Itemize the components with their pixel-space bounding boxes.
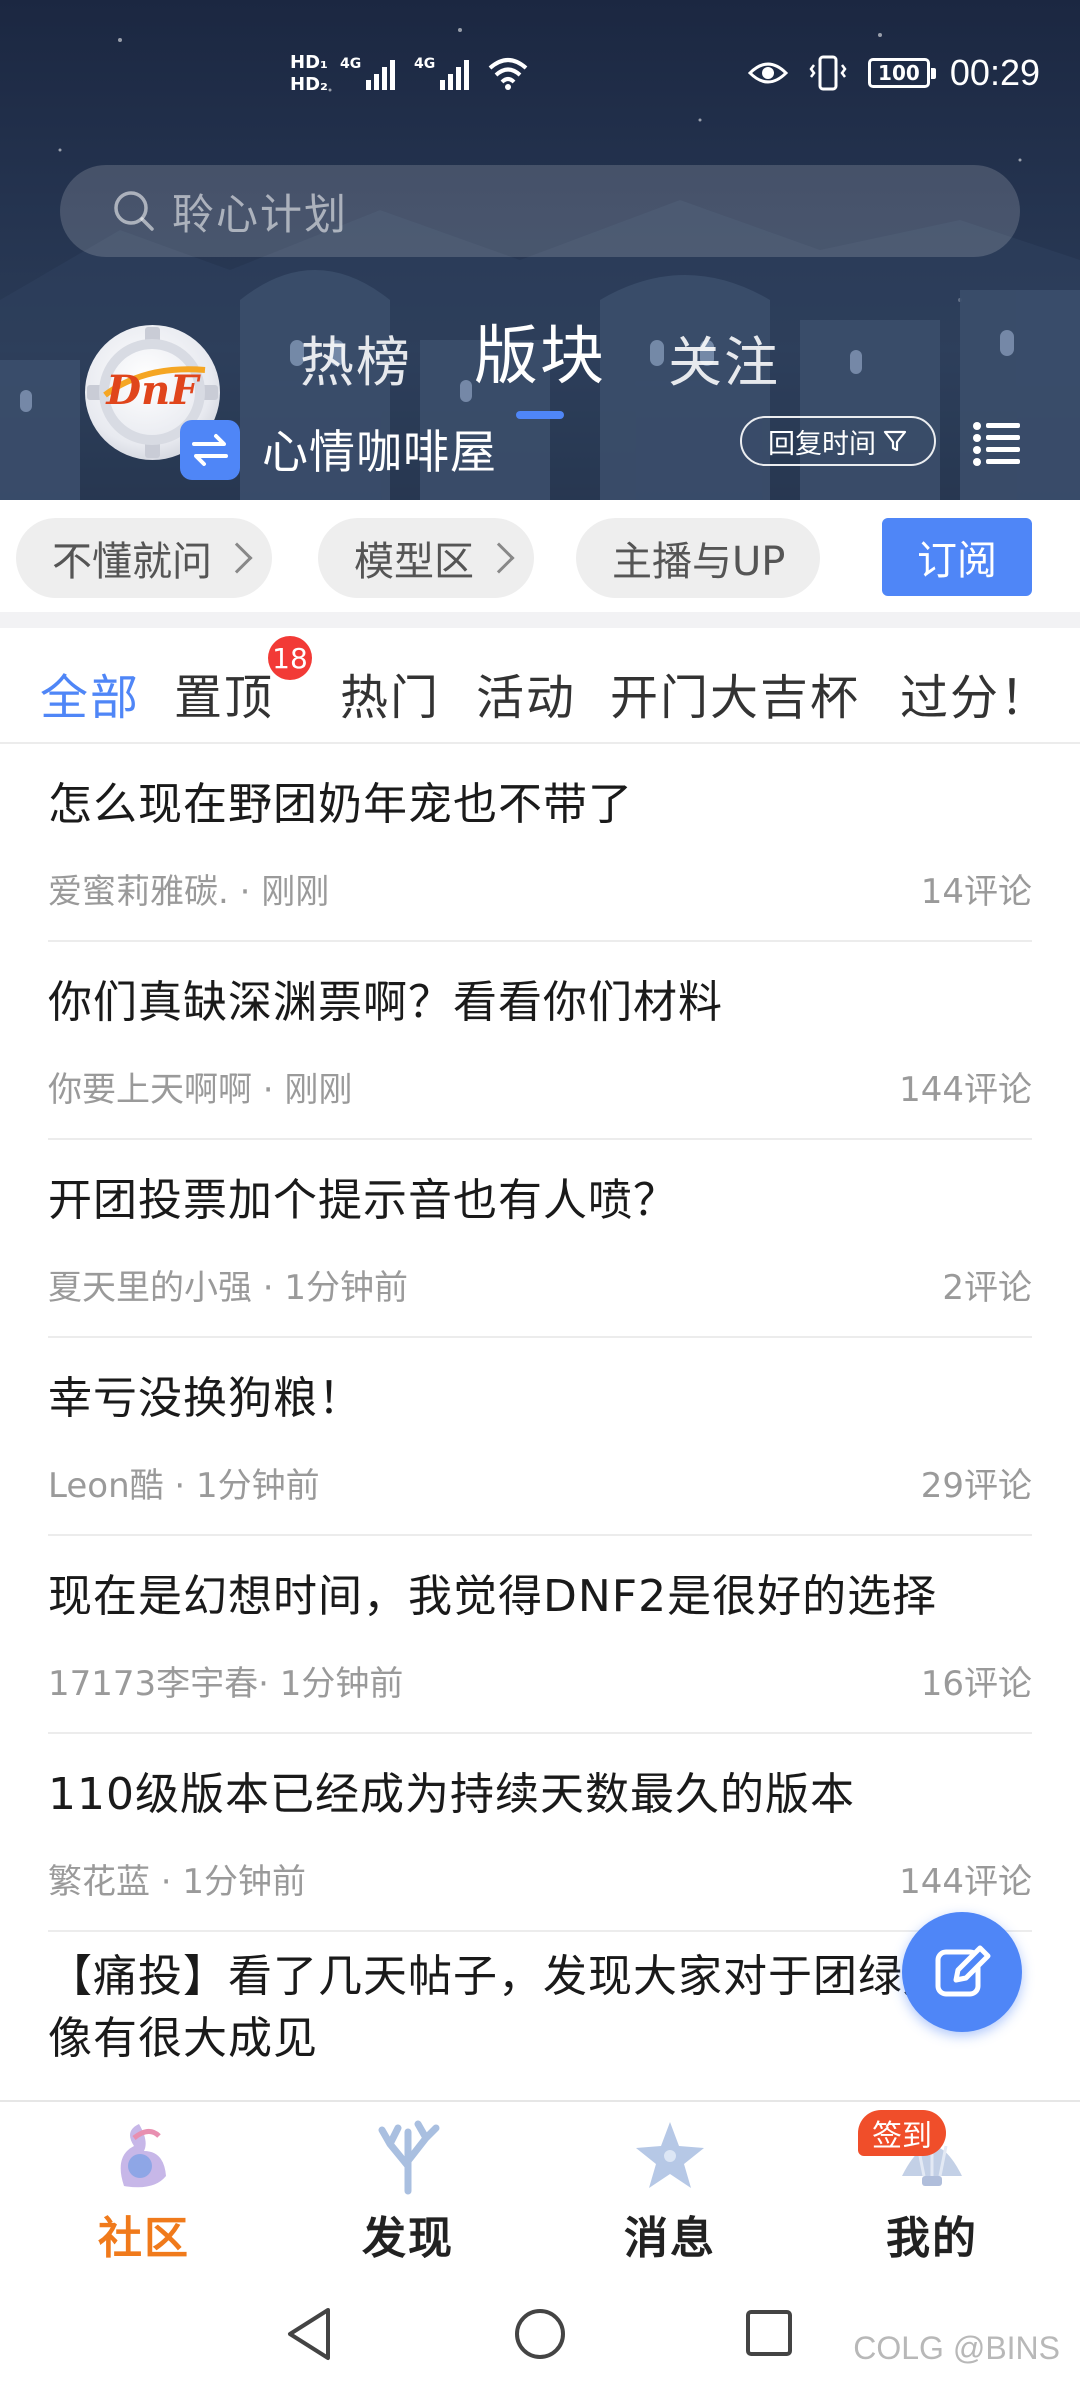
- filter-kaimen-cup[interactable]: 开门大吉杯: [610, 658, 860, 728]
- subscribe-button[interactable]: 订阅: [882, 518, 1032, 596]
- post-author-time: 爱蜜莉雅碳. · 刚刚: [48, 872, 330, 912]
- filter-hot[interactable]: 热门: [340, 658, 440, 728]
- top-tabs: 热榜 版块 关注: [300, 305, 780, 419]
- post-author-time: 夏天里的小强 · 1分钟前: [48, 1268, 409, 1308]
- search-icon: [114, 191, 154, 231]
- post-item[interactable]: 你们真缺深渊票啊？看看你们材料 你要上天啊啊 · 刚刚 144评论: [48, 942, 1032, 1140]
- vibrate-icon: [809, 55, 847, 91]
- sign-in-badge[interactable]: 签到: [858, 2110, 946, 2156]
- tab-boards[interactable]: 版块: [474, 305, 606, 419]
- post-title: 现在是幻想时间，我觉得DNF2是很好的选择: [48, 1571, 938, 1622]
- back-icon[interactable]: [284, 2306, 336, 2362]
- clock: 00:29: [949, 52, 1040, 93]
- menu-list-icon[interactable]: [972, 420, 1022, 466]
- hd-indicator: HD₁ HD₂: [290, 52, 328, 95]
- watermark: COLG @BINS: [853, 2330, 1060, 2366]
- status-bar: HD₁ HD₂ 4G 4G 100 00:29: [0, 52, 1080, 108]
- post-author-time: 17173李宇春· 1分钟前: [48, 1664, 404, 1704]
- post-list: 怎么现在野团奶年宠也不带了 爱蜜莉雅碳. · 刚刚 14评论 你们真缺深渊票啊？…: [0, 744, 1080, 2102]
- message-icon: [636, 2122, 704, 2188]
- tab-following[interactable]: 关注: [668, 318, 780, 397]
- forum-header: HD₁ HD₂ 4G 4G 100 00:29 聆心计划 热榜 版块 关注 Dn…: [0, 0, 1080, 500]
- filter-pinned[interactable]: 置顶: [174, 658, 274, 728]
- battery-indicator: 100: [867, 58, 936, 88]
- sort-by-reply-time-button[interactable]: 回复时间: [740, 416, 936, 466]
- sort-label: 回复时间: [768, 428, 876, 460]
- chevron-right-icon: [221, 542, 253, 574]
- nav-messages[interactable]: 消息: [570, 2116, 770, 2266]
- community-icon: [120, 2124, 166, 2188]
- post-item[interactable]: 开团投票加个提示音也有人喷？ 夏天里的小强 · 1分钟前 2评论: [48, 1140, 1032, 1338]
- search-placeholder: 聆心计划: [172, 189, 349, 239]
- wifi-icon: [488, 58, 528, 90]
- chevron-right-icon: [483, 542, 515, 574]
- status-bar-right: 100 00:29: [747, 52, 1040, 94]
- discover-icon: [378, 2120, 440, 2195]
- post-author-time: 你要上天啊啊 · 刚刚: [48, 1070, 353, 1110]
- switch-forum-button[interactable]: [180, 420, 240, 480]
- post-item[interactable]: 【痛投】看了几天帖子，发现大家对于团绿好像有很大成见: [48, 1932, 1032, 2102]
- filter-too-much[interactable]: 过分！: [900, 658, 1050, 728]
- post-item[interactable]: 幸亏没换狗粮！ Leon酷 · 1分钟前 29评论: [48, 1338, 1032, 1536]
- chip-streamers[interactable]: 主播与UP: [576, 518, 820, 598]
- post-title: 怎么现在野团奶年宠也不带了: [48, 779, 633, 830]
- edit-icon: [935, 1945, 991, 1997]
- search-bar[interactable]: 聆心计划: [60, 165, 1020, 257]
- chip-model-zone[interactable]: 模型区: [318, 518, 534, 598]
- post-item[interactable]: 110级版本已经成为持续天数最久的版本 繁花蓝 · 1分钟前 144评论: [48, 1734, 1032, 1932]
- post-author-time: Leon酷 · 1分钟前: [48, 1466, 320, 1506]
- post-comment-count: 29评论: [920, 1466, 1032, 1506]
- tab-hot-list[interactable]: 热榜: [300, 318, 412, 397]
- filter-icon: [883, 430, 907, 452]
- signal-icon-2: 4G: [414, 56, 469, 90]
- post-comment-count: 144评论: [899, 1070, 1032, 1110]
- svg-text:4G: 4G: [414, 56, 435, 72]
- post-title: 你们真缺深渊票啊？看看你们材料: [48, 977, 723, 1028]
- filter-all[interactable]: 全部: [40, 658, 140, 728]
- post-author-time: 繁花蓝 · 1分钟前: [48, 1862, 307, 1902]
- post-comment-count: 144评论: [899, 1862, 1032, 1902]
- nav-community[interactable]: 社区: [44, 2116, 244, 2266]
- recents-icon[interactable]: [744, 2308, 794, 2358]
- signal-icon: 4G: [340, 56, 395, 90]
- post-title: 110级版本已经成为持续天数最久的版本: [48, 1769, 855, 1820]
- swap-icon: [192, 434, 228, 466]
- home-icon[interactable]: [512, 2306, 568, 2362]
- section-divider: [0, 612, 1080, 628]
- pinned-count-badge: 18: [268, 636, 312, 680]
- post-item[interactable]: 怎么现在野团奶年宠也不带了 爱蜜莉雅碳. · 刚刚 14评论: [48, 744, 1032, 942]
- forum-logo-text: DnF: [106, 367, 199, 414]
- post-filter-tabs: 全部 置顶 热门 活动 开门大吉杯 过分！: [0, 628, 1080, 744]
- status-bar-signals: HD₁ HD₂ 4G 4G: [290, 52, 530, 96]
- filter-events[interactable]: 活动: [476, 658, 576, 728]
- post-comment-count: 16评论: [920, 1664, 1032, 1704]
- compose-post-button[interactable]: [902, 1912, 1022, 2032]
- post-comment-count: 14评论: [920, 872, 1032, 912]
- post-title: 开团投票加个提示音也有人喷？: [48, 1175, 678, 1226]
- svg-text:4G: 4G: [340, 56, 361, 72]
- post-title: 幸亏没换狗粮！: [48, 1373, 363, 1424]
- post-item[interactable]: 现在是幻想时间，我觉得DNF2是很好的选择 17173李宇春· 1分钟前 16评…: [48, 1536, 1032, 1734]
- forum-name: 心情咖啡屋: [262, 425, 497, 479]
- post-comment-count: 2评论: [942, 1268, 1032, 1308]
- post-title: 【痛投】看了几天帖子，发现大家对于团绿好像有很大成见: [48, 1951, 948, 2064]
- nav-discover[interactable]: 发现: [308, 2116, 508, 2266]
- chip-ask-questions[interactable]: 不懂就问: [16, 518, 272, 598]
- eye-icon: [747, 62, 788, 84]
